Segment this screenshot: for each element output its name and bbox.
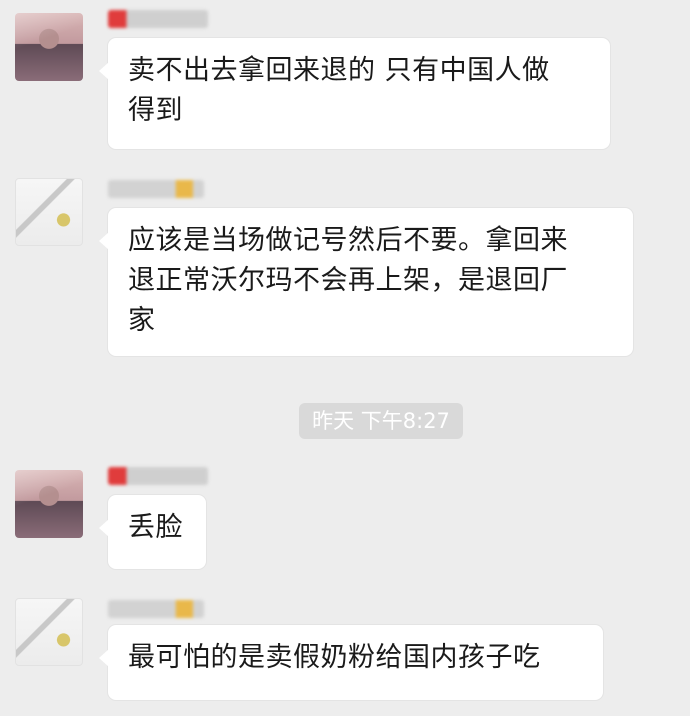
sender-avatar[interactable] xyxy=(15,178,83,246)
message-text-line: 应该是当场做记号然后不要。拿回来 xyxy=(128,225,568,256)
message-text-line: 丢脸 xyxy=(128,512,183,543)
message-bubble[interactable]: 最可怕的是卖假奶粉给国内孩子吃 xyxy=(99,625,603,700)
message-text-line: 得到 xyxy=(128,95,183,126)
message-bubble[interactable]: 卖不出去拿回来退的 只有中国人做 得到 xyxy=(99,38,610,149)
sender-avatar[interactable] xyxy=(15,470,83,538)
message-bubble[interactable]: 应该是当场做记号然后不要。拿回来 退正常沃尔玛不会再上架，是退回厂 家 xyxy=(99,208,633,356)
message-text-line: 家 xyxy=(128,305,156,336)
sender-nickname-blurred xyxy=(108,467,208,485)
sender-nickname-blurred xyxy=(108,600,204,618)
message-bubble[interactable]: 丢脸 xyxy=(99,495,206,569)
sender-nickname-blurred xyxy=(108,180,204,198)
sender-avatar[interactable] xyxy=(15,13,83,81)
sender-nickname-blurred xyxy=(108,10,208,28)
message-text-line: 卖不出去拿回来退的 只有中国人做 xyxy=(128,55,550,86)
message-text-line: 退正常沃尔玛不会再上架，是退回厂 xyxy=(128,265,568,296)
sender-avatar[interactable] xyxy=(15,598,83,666)
message-text-line: 最可怕的是卖假奶粉给国内孩子吃 xyxy=(128,642,541,673)
timestamp-badge: 昨天 下午8:27 xyxy=(299,403,463,439)
